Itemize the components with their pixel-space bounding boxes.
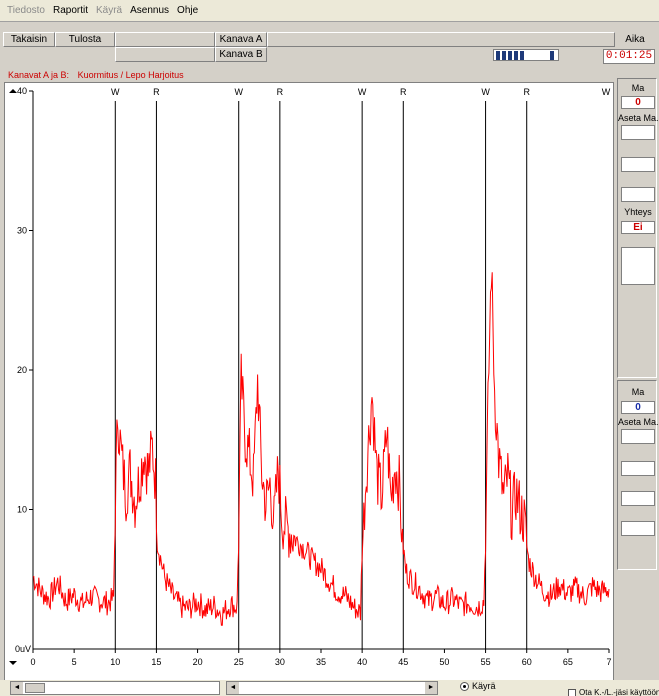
scroll-down-icon [9, 661, 17, 665]
phase-marker-label: W [111, 87, 120, 97]
channel-a-ma-label: Ma [631, 83, 645, 93]
level-indicator [493, 49, 559, 61]
bottom-bar: ◄ ◄ ► Käyrä Ota K.-/L.-jäsi käyttöön [0, 680, 659, 696]
x-tick-label: 10 [110, 657, 120, 667]
channel-b-field-2[interactable] [621, 461, 655, 476]
menu-bar: Tiedosto Raportit Käyrä Asennus Ohje [0, 0, 659, 22]
connection-value: Ei [621, 221, 655, 234]
channel-a-field-3[interactable] [621, 187, 655, 202]
chart-header: Kanavat A ja B: Kuormitus / Lepo Harjoit… [8, 70, 190, 80]
x-tick-label: 20 [193, 657, 203, 667]
menu-asennus[interactable]: Asennus [126, 5, 173, 16]
phase-marker-label: W [358, 87, 367, 97]
channel-a-button[interactable]: Kanava A [215, 32, 267, 47]
level-segment [508, 51, 512, 60]
scroll-right-icon[interactable]: ► [425, 682, 437, 694]
y-tick-label: 40 [17, 86, 27, 96]
level-segment [520, 51, 524, 60]
channel-a-display-box [621, 247, 655, 285]
y-tick-label: 30 [17, 226, 27, 236]
emg-signal-line [32, 272, 610, 626]
scrollbar-left[interactable]: ◄ [10, 681, 220, 695]
phase-marker-label: R [277, 87, 284, 97]
y-tick-label: 10 [17, 505, 27, 515]
x-tick-label: 55 [481, 657, 491, 667]
channel-b-ma-label: Ma [631, 387, 645, 397]
channel-b-button[interactable]: Kanava B [215, 47, 267, 62]
channel-b-field-3[interactable] [621, 491, 655, 506]
x-tick-label: 60 [522, 657, 532, 667]
phase-marker-label: W [602, 87, 611, 97]
x-tick-label: 5 [72, 657, 77, 667]
x-tick-label: 40 [357, 657, 367, 667]
scroll-up-icon [9, 89, 17, 93]
curve-radio-label: Käyrä [472, 681, 496, 691]
level-segment [502, 51, 506, 60]
channel-a-field-2[interactable] [621, 157, 655, 172]
channel-b-panel: Ma 0 Aseta Ma. [617, 380, 659, 570]
time-value: 0:01:25 [603, 49, 655, 64]
phase-marker-label: R [523, 87, 530, 97]
scroll-left-icon[interactable]: ◄ [227, 682, 239, 694]
x-tick-label: 45 [398, 657, 408, 667]
y-zero-label: 0uV [15, 644, 31, 654]
app-window: Tiedosto Raportit Käyrä Asennus Ohje Tak… [0, 0, 659, 696]
use-checkbox-label: Ota K.-/L.-jäsi käyttöön [579, 688, 659, 696]
toolbar-blank-top [115, 32, 215, 47]
y-tick-label: 20 [17, 365, 27, 375]
toolbar-spacer-top [267, 32, 615, 47]
x-tick-label: 30 [275, 657, 285, 667]
chart-mode-label: Kuormitus / Lepo Harjoitus [77, 70, 184, 80]
menu-tiedosto[interactable]: Tiedosto [3, 5, 49, 16]
back-button[interactable]: Takaisin [3, 32, 55, 47]
emg-chart: 10 20 30 40 0uV 0 5 10 15 20 25 30 35 40 45 50 55 60 65 7 W R… [9, 86, 612, 667]
channel-b-field-4[interactable] [621, 521, 655, 536]
channel-a-ma-value: 0 [621, 96, 655, 109]
level-segment [550, 51, 554, 60]
scrollbar-right[interactable]: ◄ ► [226, 681, 438, 695]
x-tick-label: 15 [151, 657, 161, 667]
channel-a-set-field[interactable] [621, 125, 655, 140]
x-tick-label: 0 [30, 657, 35, 667]
level-segment [496, 51, 500, 60]
channel-b-aseta-label: Aseta Ma. [618, 417, 659, 427]
channel-b-set-field[interactable] [621, 429, 655, 444]
print-button[interactable]: Tulosta [55, 32, 115, 47]
use-checkbox[interactable]: Ota K.-/L.-jäsi käyttöön [568, 688, 659, 696]
x-tick-label: 50 [439, 657, 449, 667]
channel-a-panel: Ma 0 Aseta Ma. Yhteys Ei [617, 78, 659, 378]
phase-marker-label: R [153, 87, 160, 97]
phase-marker-label: W [481, 87, 490, 97]
menu-kayra[interactable]: Käyrä [92, 5, 126, 16]
radio-selected-icon[interactable] [460, 681, 469, 691]
toolbar-blank-bottom [115, 47, 215, 62]
x-tick-label: 65 [563, 657, 573, 667]
menu-ohje[interactable]: Ohje [173, 5, 202, 16]
curve-radio[interactable]: Käyrä [460, 681, 496, 691]
menu-raportit[interactable]: Raportit [49, 5, 92, 16]
time-label: Aika [625, 34, 645, 45]
x-tick-label: 25 [234, 657, 244, 667]
x-tick-label: 35 [316, 657, 326, 667]
chart-frame: 10 20 30 40 0uV 0 5 10 15 20 25 30 35 40 45 50 55 60 65 7 W R… [4, 82, 614, 682]
phase-marker-label: R [400, 87, 407, 97]
channel-a-aseta-label: Aseta Ma. [618, 113, 659, 123]
phase-marker-label: W [234, 87, 243, 97]
level-segment [514, 51, 518, 60]
scroll-thumb[interactable] [25, 683, 45, 693]
checkbox-icon[interactable] [568, 688, 576, 696]
channel-b-ma-value: 0 [621, 401, 655, 414]
connection-label: Yhteys [624, 207, 652, 217]
scroll-left-icon[interactable]: ◄ [11, 682, 23, 694]
x-tick-label: 7 [606, 657, 611, 667]
chart-channels-label: Kanavat A ja B: [8, 70, 70, 80]
